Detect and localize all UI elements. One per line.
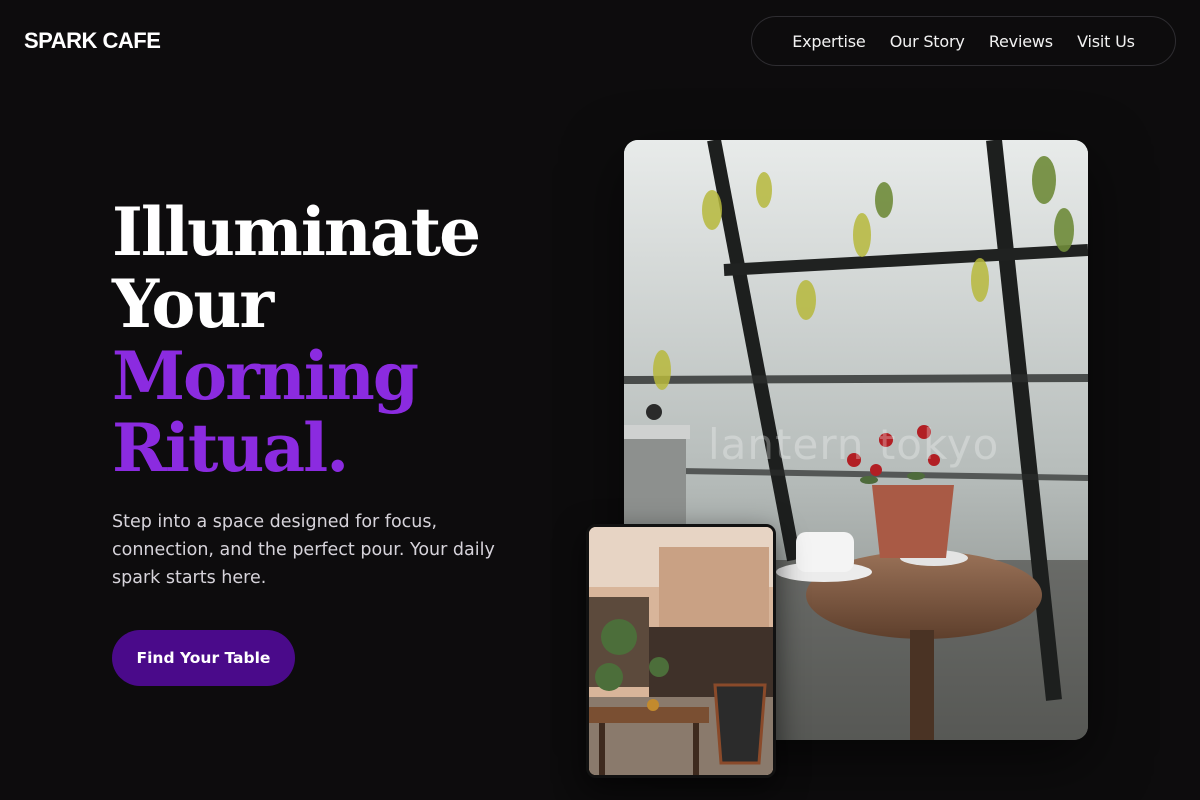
cafe-street-photo: [586, 524, 776, 778]
nav-item-reviews[interactable]: Reviews: [989, 32, 1053, 51]
headline-line-4: Ritual.: [112, 409, 349, 487]
nav-item-visit-us[interactable]: Visit Us: [1077, 32, 1135, 51]
nav-item-our-story[interactable]: Our Story: [890, 32, 965, 51]
headline-line-2: Your: [112, 265, 274, 343]
brand-logo[interactable]: SPARK CAFE: [24, 28, 161, 54]
find-table-button[interactable]: Find Your Table: [112, 630, 295, 686]
main-nav: Expertise Our Story Reviews Visit Us: [751, 16, 1176, 66]
cafe-street-illustration: [589, 527, 773, 775]
image-watermark: lantern tokyo: [708, 420, 1000, 469]
nav-item-expertise[interactable]: Expertise: [792, 32, 865, 51]
hero-subtitle: Step into a space designed for focus, co…: [112, 512, 495, 588]
hero-headline: Illuminate Your Morning Ritual.: [112, 193, 481, 487]
headline-line-3: Morning: [112, 337, 419, 415]
headline-line-1: Illuminate: [112, 193, 481, 271]
